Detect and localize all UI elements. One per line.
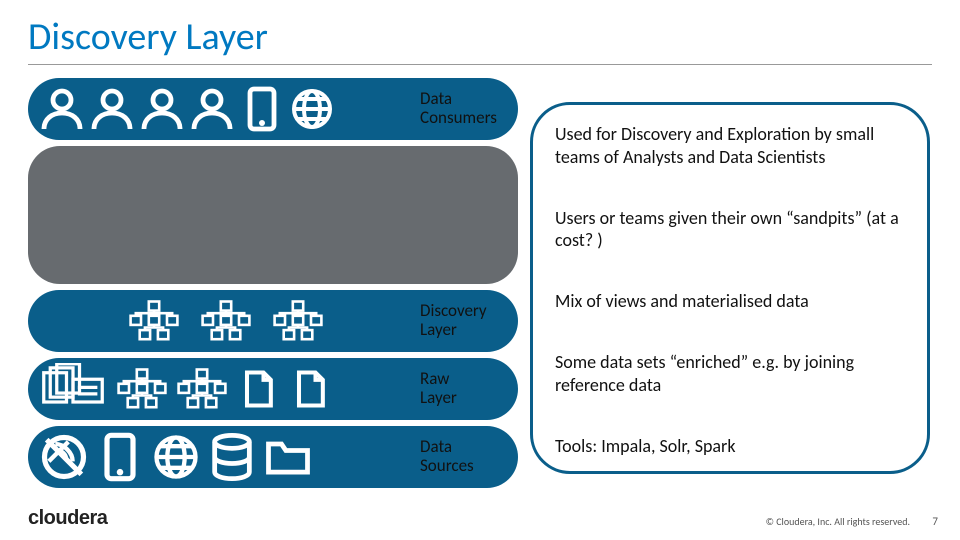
label-line: Data [420,438,520,457]
raw-icons [28,363,332,415]
layers-diagram: Data Consumers Discovery Layer Raw Layer [28,78,518,494]
hierarchy-icon [128,295,180,347]
database-icon [206,431,258,483]
layer-middle-placeholder [28,146,518,284]
layer-data-consumers: Data Consumers [28,78,518,140]
hierarchy-icon [272,295,324,347]
person-icon [38,85,86,133]
layer-label: Data Consumers [420,90,520,127]
callout-paragraph: Mix of views and materialised data [555,290,907,313]
title-underline [28,64,932,65]
layer-discovery: Discovery Layer [28,290,518,352]
hierarchy-icon [200,295,252,347]
callout-paragraph: Some data sets “enriched” e.g. by joinin… [555,351,907,396]
document-icon [288,365,332,413]
hierarchy-icon [116,363,168,415]
document-icon [236,365,280,413]
layer-raw: Raw Layer [28,358,518,420]
consumers-icons [28,85,336,133]
person-icon [88,85,136,133]
label-line: Data [420,90,520,109]
callout-box: Used for Discovery and Exploration by sm… [530,102,930,474]
layer-data-sources: Data Sources [28,426,518,488]
brand-logo: cloudera [28,507,107,530]
label-line: Raw [420,370,520,389]
callout-paragraph: Users or teams given their own “sandpits… [555,207,907,252]
label-line: Layer [420,389,520,408]
folder-icon [262,431,314,483]
person-icon [138,85,186,133]
person-icon [188,85,236,133]
hierarchy-icon [176,363,228,415]
label-line: Layer [420,321,520,340]
copyright-text: © Cloudera, Inc. All rights reserved. [766,515,910,528]
tablet-icon [94,431,146,483]
callout-paragraph: Tools: Impala, Solr, Spark [555,435,907,458]
layer-label: Raw Layer [420,370,520,407]
tablet-icon [238,85,286,133]
globe-icon [288,85,336,133]
label-line: Discovery [420,302,520,321]
page-title: Discovery Layer [28,14,268,60]
layer-label: Discovery Layer [420,302,520,339]
sources-icons [28,431,314,483]
files-stack-icon [38,363,108,415]
label-line: Sources [420,457,520,476]
discovery-icons [28,295,324,347]
satellite-icon [38,431,90,483]
globe-icon [150,431,202,483]
callout-paragraph: Used for Discovery and Exploration by sm… [555,123,907,168]
label-line: Consumers [420,109,520,128]
page-number: 7 [932,515,938,528]
layer-label: Data Sources [420,438,520,475]
